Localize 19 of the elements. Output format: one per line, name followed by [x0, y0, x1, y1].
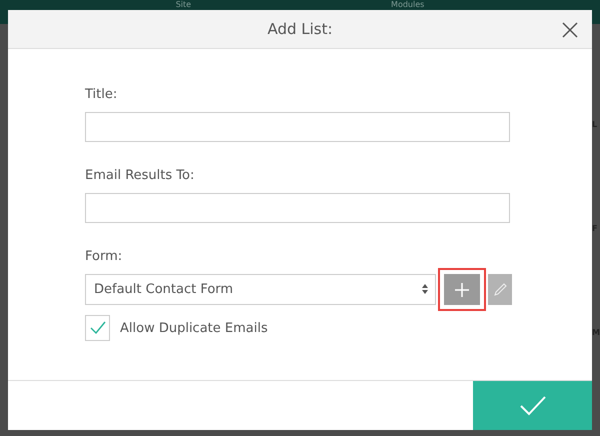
plus-icon [454, 282, 470, 298]
dialog-title: Add List: [267, 20, 333, 38]
pencil-icon [492, 282, 508, 298]
add-button[interactable] [444, 274, 480, 305]
nav-link[interactable]: Site [176, 0, 192, 10]
checkmark-icon [90, 321, 106, 335]
input-field[interactable] [85, 112, 510, 142]
close-icon[interactable] [562, 22, 578, 38]
field-label: Title: [85, 87, 118, 102]
form-select[interactable]: Default Contact Form [85, 274, 436, 305]
checkbox[interactable] [85, 315, 110, 341]
input-field[interactable] [85, 193, 510, 223]
nav-link[interactable]: Modules [391, 0, 424, 10]
field-label: Email Results To: [85, 168, 196, 183]
edit-button[interactable] [488, 274, 512, 305]
checkbox-label: Allow Duplicate Emails [120, 320, 268, 336]
sort-arrows-icon [420, 283, 429, 295]
field-label: Form: [85, 249, 124, 264]
checkmark-icon [520, 396, 546, 416]
